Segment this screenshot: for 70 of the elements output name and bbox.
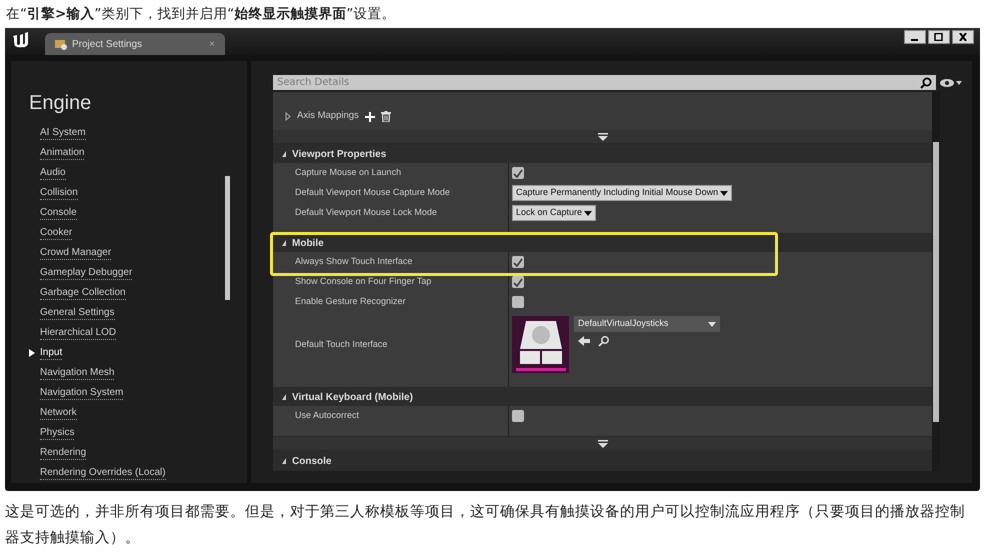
eye-icon[interactable] [940, 78, 962, 88]
category-link[interactable]: Physics [40, 426, 74, 440]
collapse-arrow-icon[interactable] [281, 239, 287, 247]
category-link[interactable]: Crowd Manager [40, 246, 112, 260]
body-paragraph: 这是可选的，并非所有项目都需要。但是，对于第三人称模板等项目，这可确保具有触摸设备的用户可以控制流应用程序（只要项目的播放器控制器支持触摸输入）。 [4, 502, 966, 548]
expand-down-icon[interactable] [596, 440, 608, 448]
category-link[interactable]: Audio [40, 166, 66, 180]
tab-title: Project Settings [72, 38, 142, 52]
category-link[interactable]: Network [40, 406, 77, 420]
property-label: Capture Mouse on Launch [295, 166, 402, 180]
category-link[interactable]: Rendering [40, 446, 86, 460]
trash-icon[interactable] [380, 111, 391, 122]
section-title: Virtual Keyboard (Mobile) [292, 390, 413, 404]
category-link[interactable]: Garbage Collection [40, 286, 126, 300]
category-link[interactable]: Navigation System [40, 386, 124, 400]
section-title: Viewport Properties [292, 148, 386, 162]
checkbox[interactable] [512, 276, 524, 288]
property-label: Show Console on Four Finger Tap [295, 275, 432, 288]
engine-logo-icon [11, 32, 31, 50]
checkbox[interactable] [512, 296, 524, 308]
maximize-button[interactable] [928, 30, 950, 44]
expand-down-icon[interactable] [596, 132, 608, 140]
property-label: Enable Gesture Recognizer [295, 295, 406, 308]
category-link[interactable]: Navigation Mesh [40, 366, 114, 380]
category-link[interactable]: Cooker [40, 226, 72, 240]
dropdown[interactable]: Lock on Capture [512, 205, 596, 221]
dropdown[interactable]: Capture Permanently Including Initial Mouse Down [512, 185, 732, 201]
collapse-arrow-icon[interactable] [281, 457, 287, 465]
category-link[interactable]: Rendering Overrides (Local) [40, 466, 166, 480]
category-link[interactable]: General Settings [40, 306, 114, 320]
category-link[interactable]: Animation [40, 146, 84, 160]
category-link[interactable]: Gameplay Debugger [40, 266, 132, 280]
close-button[interactable] [952, 30, 974, 44]
property-label: Always Show Touch Interface [295, 255, 412, 268]
property-label: Use Autocorrect [295, 409, 360, 422]
category-link[interactable]: Console [40, 206, 77, 220]
dropdown-caret-icon [720, 190, 728, 196]
checkbox[interactable] [512, 410, 524, 422]
maximize-icon [934, 33, 944, 41]
category-heading: Engine [29, 91, 92, 115]
checkbox[interactable] [512, 256, 524, 268]
close-icon [958, 33, 968, 41]
add-icon[interactable] [364, 112, 375, 122]
search-icon[interactable] [598, 336, 609, 347]
project-settings-tab[interactable]: Project Settings × [45, 33, 225, 55]
dropdown-caret-icon [708, 322, 716, 326]
category-link[interactable]: Collision [40, 186, 78, 200]
property-label: Default Touch Interface [295, 338, 388, 351]
property-label: Default Viewport Mouse Capture Mode [295, 186, 450, 200]
minimize-button[interactable] [904, 30, 926, 44]
checkbox[interactable] [512, 167, 524, 179]
settings-folder-icon [55, 38, 67, 50]
collapse-arrow-icon[interactable] [281, 393, 287, 401]
instruction-text: 在“引擎>输入”类别下，找到并启用“始终显示触摸界面”设置。 [5, 5, 396, 24]
collapse-arrow-icon[interactable] [281, 150, 287, 158]
section-title: Mobile [292, 236, 324, 250]
mapping-label: Axis Mappings [297, 109, 359, 124]
expand-arrow-icon[interactable] [285, 112, 291, 121]
joystick-thumbnail-drawing [512, 316, 569, 373]
category-link[interactable]: Input [40, 346, 62, 360]
left-arrow-icon[interactable] [578, 336, 590, 346]
category-link[interactable]: Hierarchical LOD [40, 326, 116, 340]
category-link[interactable]: AI System [40, 126, 86, 140]
asset-dropdown[interactable]: DefaultVirtualJoysticks [574, 316, 720, 332]
scrollbar-thumb[interactable] [225, 176, 230, 300]
details-scrollbar[interactable] [932, 92, 940, 471]
section-title: Console [292, 454, 332, 468]
search-icon [920, 76, 932, 88]
dropdown-caret-icon [584, 210, 592, 216]
property-label: Default Viewport Mouse Lock Mode [295, 206, 437, 220]
